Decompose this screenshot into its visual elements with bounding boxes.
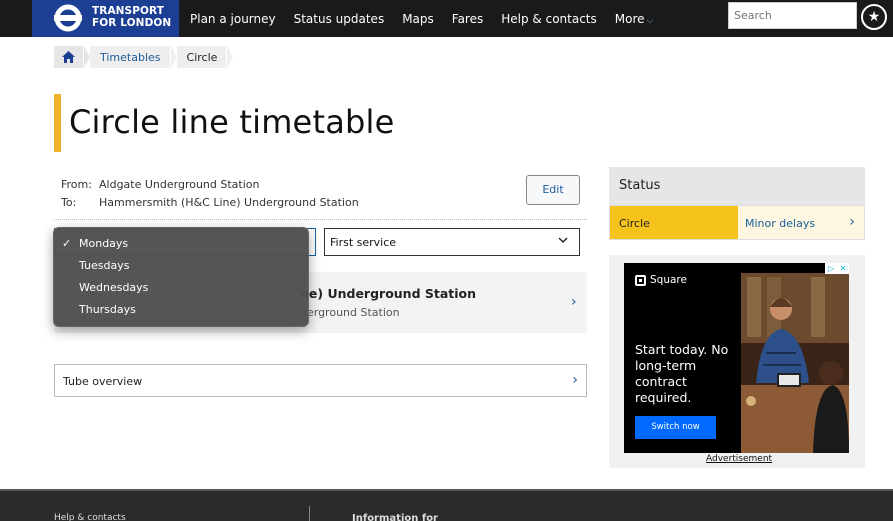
nav-more[interactable]: More ⌵ [615,12,654,26]
advertisement[interactable]: Square Start today. No long-term contrac… [624,263,849,453]
status-row-circle[interactable]: Circle Minor delays › [609,205,865,240]
status-state: Minor delays [745,217,816,230]
dropdown-option-wednesdays[interactable]: Wednesdays [79,281,148,294]
edit-button[interactable]: Edit [526,175,580,205]
station-main-text: ne) Underground Station [300,286,477,301]
favourites-star-icon[interactable]: ★ [861,4,887,30]
status-heading: Status [609,167,865,205]
brand-line-2: FOR LONDON [92,17,172,29]
from-value: Aldgate Underground Station [99,178,260,191]
to-label: To: [61,196,77,209]
service-select[interactable]: First service [324,228,580,256]
tube-overview-label: Tube overview [63,375,143,388]
chevron-right-icon: › [571,294,577,310]
footer-divider [0,489,893,491]
breadcrumb-timetables-label: Timetables [100,50,161,64]
footer [0,489,893,521]
ad-brand-label: Square [650,274,687,286]
footer-information-for: Information for [352,513,438,521]
dropdown-option-thursdays[interactable]: Thursdays [79,303,136,316]
tfl-logo-link[interactable]: TRANSPORT FOR LONDON [32,0,179,37]
page-title: Circle line timetable [69,103,395,141]
nav-status-updates[interactable]: Status updates [294,12,385,26]
breadcrumb: Timetables Circle [54,46,234,68]
day-dropdown-menu: ✓ Mondays Tuesdays Wednesdays Thursdays [53,227,309,327]
tube-overview-link[interactable]: Tube overview › [54,364,587,397]
advertisement-label: Advertisement [706,454,773,464]
nav-more-label: More [614,11,645,26]
brand-text: TRANSPORT FOR LONDON [92,5,171,29]
ad-brand: Square [635,274,687,286]
top-navigation-bar: TRANSPORT FOR LONDON Plan a journey Stat… [0,0,893,37]
service-select-value: First service [330,236,397,249]
breadcrumb-current-label: Circle [186,50,218,64]
main-nav: Plan a journey Status updates Maps Fares… [190,0,653,37]
ad-choices-icon: ▷ [827,264,835,273]
chevron-right-icon: › [849,214,855,230]
dropdown-option-tuesdays[interactable]: Tuesdays [79,259,129,272]
nav-help-contacts[interactable]: Help & contacts [501,12,597,26]
ad-choices[interactable]: ▷ ✕ [825,263,849,274]
close-icon[interactable]: ✕ [837,263,849,274]
station-sub-text: derground Station [300,306,400,319]
chevron-right-icon: › [572,372,578,388]
home-icon [62,51,75,63]
ad-photo [741,273,849,453]
title-accent-bar [54,94,61,152]
footer-column-divider [309,506,310,521]
nav-plan-journey[interactable]: Plan a journey [190,12,276,26]
to-value: Hammersmith (H&C Line) Underground Stati… [99,196,359,209]
breadcrumb-separator [227,46,234,68]
divider [54,219,587,220]
nav-fares[interactable]: Fares [452,12,483,26]
checkmark-icon: ✓ [62,237,72,250]
chevron-down-icon [558,237,568,243]
brand-line-1: TRANSPORT [92,5,165,17]
ad-cta-button[interactable]: Switch now [635,416,716,439]
ad-headline: Start today. No long-term contract requi… [635,342,729,405]
from-label: From: [61,178,92,191]
dropdown-option-mondays[interactable]: Mondays [79,237,128,250]
breadcrumb-home[interactable] [54,46,83,68]
breadcrumb-current: Circle [176,46,227,68]
breadcrumb-timetables[interactable]: Timetables [90,46,170,68]
status-line-name: Circle [610,206,738,239]
search-input[interactable] [728,2,857,29]
square-logo-icon [635,274,646,286]
tfl-roundel-icon [54,4,82,32]
chevron-down-icon: ⌵ [646,15,654,26]
footer-help-contacts[interactable]: Help & contacts [54,513,126,521]
nav-maps[interactable]: Maps [402,12,434,26]
